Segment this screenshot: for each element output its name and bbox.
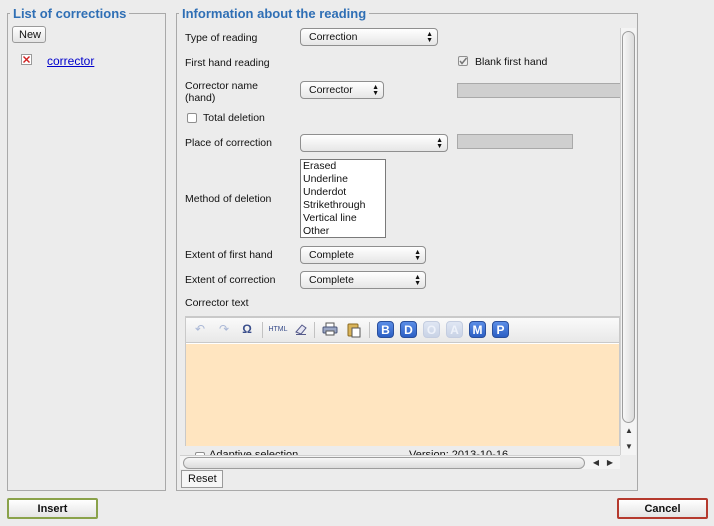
place-of-correction-label: Place of correction <box>185 137 272 149</box>
method-of-deletion-label: Method of deletion <box>185 193 272 205</box>
blank-first-hand-checkbox[interactable] <box>458 56 468 66</box>
horizontal-scrollbar[interactable]: ◀ ▶ <box>180 455 620 469</box>
method-option-other[interactable]: Other <box>303 225 385 238</box>
blank-first-hand-label: Blank first hand <box>475 56 548 68</box>
select-arrows-icon: ▲ ▼ <box>414 249 421 262</box>
corrector-name-field <box>457 83 622 98</box>
reading-info-legend: Information about the reading <box>182 6 367 21</box>
method-option-vertical-line[interactable]: Vertical line <box>303 212 385 225</box>
total-deletion-checkbox[interactable] <box>187 113 197 123</box>
horizontal-scroll-thumb[interactable] <box>183 457 585 469</box>
method-option-erased[interactable]: Erased <box>303 160 385 173</box>
paste-icon[interactable] <box>346 322 362 338</box>
new-button[interactable]: New <box>12 26 46 43</box>
toolbar-separator <box>314 322 315 338</box>
corrector-text-editor: ↶ ↷ Ω HTML B D O A M P <box>185 316 620 446</box>
select-arrows-icon: ▲ ▼ <box>436 137 443 150</box>
method-of-deletion-listbox[interactable]: Erased Underline Underdot Strikethrough … <box>300 159 386 238</box>
m-button[interactable]: M <box>469 321 486 338</box>
a-button-disabled[interactable]: A <box>446 321 463 338</box>
redo-icon[interactable]: ↷ <box>216 322 232 338</box>
corrector-name-select[interactable]: Corrector ▲ ▼ <box>300 81 384 99</box>
correction-link-corrector[interactable]: corrector <box>47 54 94 68</box>
toolbar-separator <box>369 322 370 338</box>
corrector-text-label: Corrector text <box>185 297 249 309</box>
omega-icon[interactable]: Ω <box>238 322 256 338</box>
select-arrows-icon: ▲ ▼ <box>414 274 421 287</box>
toolbar-separator <box>262 322 263 338</box>
place-of-correction-field <box>457 134 573 149</box>
print-icon[interactable] <box>322 322 338 338</box>
type-of-reading-select[interactable]: Correction ▲ ▼ <box>300 28 438 46</box>
extent-first-hand-label: Extent of first hand <box>185 249 273 261</box>
extent-correction-select[interactable]: Complete ▲ ▼ <box>300 271 426 289</box>
scroll-right-icon[interactable]: ▶ <box>605 458 615 467</box>
select-arrows-icon: ▲ ▼ <box>372 84 379 97</box>
eraser-icon[interactable] <box>293 322 309 338</box>
corrections-list-legend: List of corrections <box>13 6 127 21</box>
editor-content-area[interactable] <box>186 344 619 446</box>
type-of-reading-label: Type of reading <box>185 32 258 44</box>
reset-button[interactable]: Reset <box>181 470 223 488</box>
editor-toolbar: ↶ ↷ Ω HTML B D O A M P <box>186 317 619 343</box>
total-deletion-label: Total deletion <box>203 112 265 124</box>
first-hand-reading-label: First hand reading <box>185 57 270 69</box>
p-button[interactable]: P <box>492 321 509 338</box>
corrections-list-panel: List of corrections <box>7 6 166 491</box>
b-button-1[interactable]: B <box>377 321 394 338</box>
vertical-scroll-thumb[interactable] <box>622 31 635 423</box>
vertical-scrollbar[interactable]: ▲ ▼ <box>620 28 636 455</box>
extent-correction-label: Extent of correction <box>185 274 276 286</box>
place-of-correction-select[interactable]: ▲ ▼ <box>300 134 448 152</box>
delete-icon[interactable] <box>21 54 32 65</box>
method-option-strikethrough[interactable]: Strikethrough <box>303 199 385 212</box>
d-button[interactable]: D <box>400 321 417 338</box>
undo-icon[interactable]: ↶ <box>192 322 208 338</box>
scroll-left-icon[interactable]: ◀ <box>591 458 601 467</box>
extent-first-hand-select[interactable]: Complete ▲ ▼ <box>300 246 426 264</box>
insert-button[interactable]: Insert <box>7 498 98 519</box>
method-option-underline[interactable]: Underline <box>303 173 385 186</box>
scroll-down-icon[interactable]: ▼ <box>624 442 634 451</box>
method-option-underdot[interactable]: Underdot <box>303 186 385 199</box>
select-arrows-icon: ▲ ▼ <box>426 31 433 44</box>
scroll-up-icon[interactable]: ▲ <box>624 426 634 435</box>
html-icon[interactable]: HTML <box>267 322 289 338</box>
corrector-name-label: Corrector name (hand) <box>185 80 258 104</box>
o-button-disabled[interactable]: O <box>423 321 440 338</box>
cancel-button[interactable]: Cancel <box>617 498 708 519</box>
